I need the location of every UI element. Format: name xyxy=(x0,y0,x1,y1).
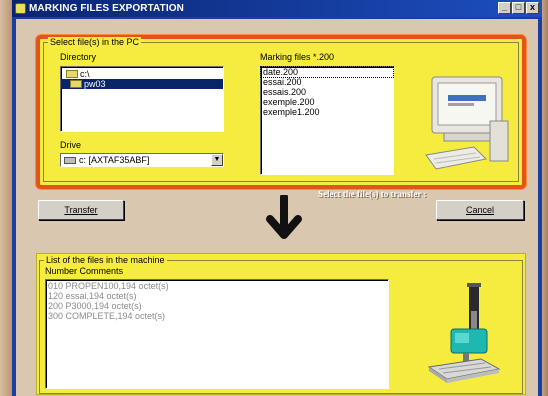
desktop-computer-icon xyxy=(425,76,509,170)
machine-file-item[interactable]: 120 essai,194 octet(s) xyxy=(46,291,388,301)
folder-icon xyxy=(70,80,82,88)
window-title: MARKING FILES EXPORTATION xyxy=(29,3,184,14)
marking-machine-icon xyxy=(427,283,501,383)
marking-files-list[interactable]: date.200 essai.200 essais.200 exemple.20… xyxy=(260,66,394,175)
down-arrow-icon xyxy=(266,195,302,239)
machine-file-item[interactable]: 200 P3000,194 octet(s) xyxy=(46,301,388,311)
maximize-button[interactable]: □ xyxy=(512,2,525,14)
cancel-button[interactable]: Cancel xyxy=(436,200,524,220)
drive-value: c: [AXTAF35ABF] xyxy=(79,155,150,165)
app-icon xyxy=(15,3,26,14)
transfer-button[interactable]: Transfer xyxy=(38,200,124,220)
marking-file-item[interactable]: date.200 xyxy=(260,66,394,78)
window-client: Select file(s) in the PC Directory c:\ p… xyxy=(16,19,538,396)
minimize-button[interactable]: _ xyxy=(498,2,511,14)
drive-label: Drive xyxy=(60,140,82,150)
marking-file-item[interactable]: essais.200 xyxy=(261,87,393,97)
export-window: MARKING FILES EXPORTATION _ □ x Select f… xyxy=(12,0,542,396)
directory-item-label: c:\ xyxy=(80,69,90,79)
window-controls: _ □ x xyxy=(498,2,539,14)
close-button[interactable]: x xyxy=(526,2,539,14)
directory-item-root[interactable]: c:\ xyxy=(61,69,223,79)
machine-files-header: Number Comments xyxy=(45,266,124,276)
directory-label: Directory xyxy=(60,52,97,62)
machine-file-item[interactable]: 010 PROPEN100,194 octet(s) xyxy=(46,281,388,291)
directory-item-pw03[interactable]: pw03 xyxy=(61,79,223,89)
directory-list[interactable]: c:\ pw03 xyxy=(60,66,224,132)
chevron-down-icon[interactable]: ▼ xyxy=(211,154,223,166)
transfer-hint: Select the file(s) to transfer : xyxy=(318,189,427,199)
machine-files-group: List of the files in the machine Number … xyxy=(39,255,523,394)
title-bar[interactable]: MARKING FILES EXPORTATION _ □ x xyxy=(12,0,542,17)
machine-files-list[interactable]: 010 PROPEN100,194 octet(s) 120 essai,194… xyxy=(45,279,389,389)
select-files-group: Select file(s) in the PC Directory c:\ p… xyxy=(43,37,519,182)
folder-open-icon xyxy=(66,70,78,78)
machine-files-legend: List of the files in the machine xyxy=(44,255,167,265)
machine-file-item[interactable]: 300 COMPLETE,194 octet(s) xyxy=(46,311,388,321)
drive-icon xyxy=(64,156,76,164)
marking-file-item[interactable]: exemple1.200 xyxy=(261,107,393,117)
marking-file-item[interactable]: exemple.200 xyxy=(261,97,393,107)
select-files-panel: Select file(s) in the PC Directory c:\ p… xyxy=(36,35,526,189)
select-files-legend: Select file(s) in the PC xyxy=(48,37,142,47)
machine-files-panel: List of the files in the machine Number … xyxy=(36,253,526,395)
marking-files-label: Marking files *.200 xyxy=(260,52,335,62)
marking-file-item[interactable]: essai.200 xyxy=(261,77,393,87)
directory-item-label: pw03 xyxy=(84,79,106,89)
drive-select[interactable]: c: [AXTAF35ABF] ▼ xyxy=(60,153,224,167)
